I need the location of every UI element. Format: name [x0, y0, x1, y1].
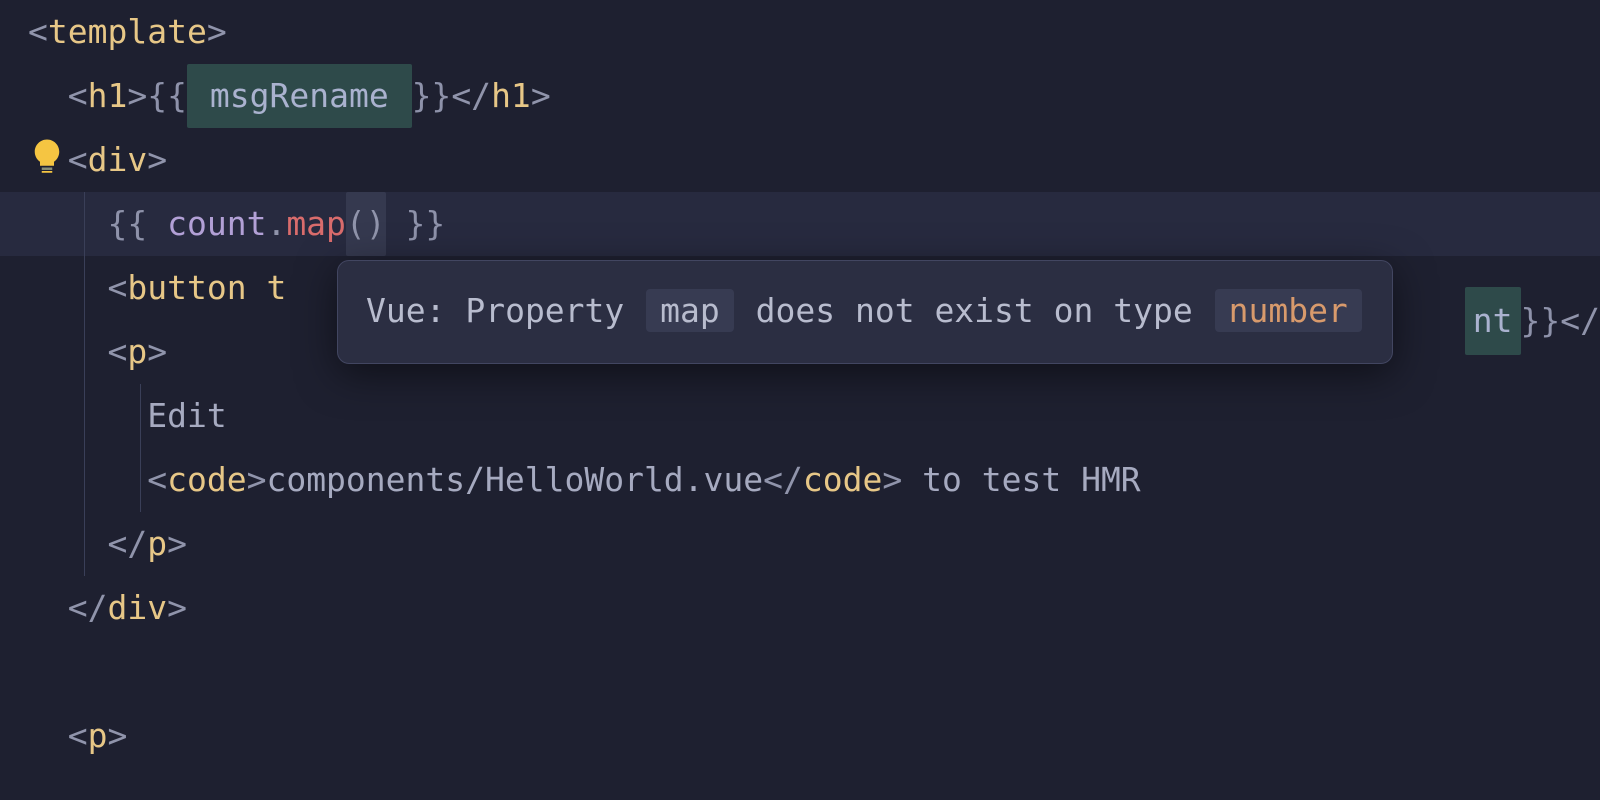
- error-token-map[interactable]: map: [286, 192, 346, 256]
- tooltip-chip-property: map: [646, 289, 734, 332]
- variable-msgRename[interactable]: msgRename: [210, 76, 389, 115]
- code-line[interactable]: <code>components/HelloWorld.vue</code> t…: [0, 448, 1600, 512]
- code-line[interactable]: <div>: [0, 128, 1600, 192]
- code-line[interactable]: Edit: [0, 384, 1600, 448]
- code-line[interactable]: </p>: [0, 512, 1600, 576]
- code-peek-right: nt }}</: [1465, 290, 1600, 352]
- lightbulb-icon[interactable]: [26, 135, 68, 177]
- tooltip-chip-type: number: [1215, 289, 1362, 332]
- code-line[interactable]: [0, 640, 1600, 704]
- code-line[interactable]: <template>: [0, 0, 1600, 64]
- code-line[interactable]: <h1>{{ msgRename }}</h1>: [0, 64, 1600, 128]
- error-tooltip[interactable]: Vue: Property map does not exist on type…: [337, 260, 1393, 364]
- code-line-active[interactable]: {{ count.map() }}: [0, 192, 1600, 256]
- tooltip-text: Vue: Property: [366, 291, 644, 330]
- code-line[interactable]: <p>: [0, 704, 1600, 768]
- code-line[interactable]: </div>: [0, 576, 1600, 640]
- code-editor[interactable]: <template> <h1>{{ msgRename }}</h1> <div…: [0, 0, 1600, 768]
- variable-count[interactable]: count: [167, 192, 266, 256]
